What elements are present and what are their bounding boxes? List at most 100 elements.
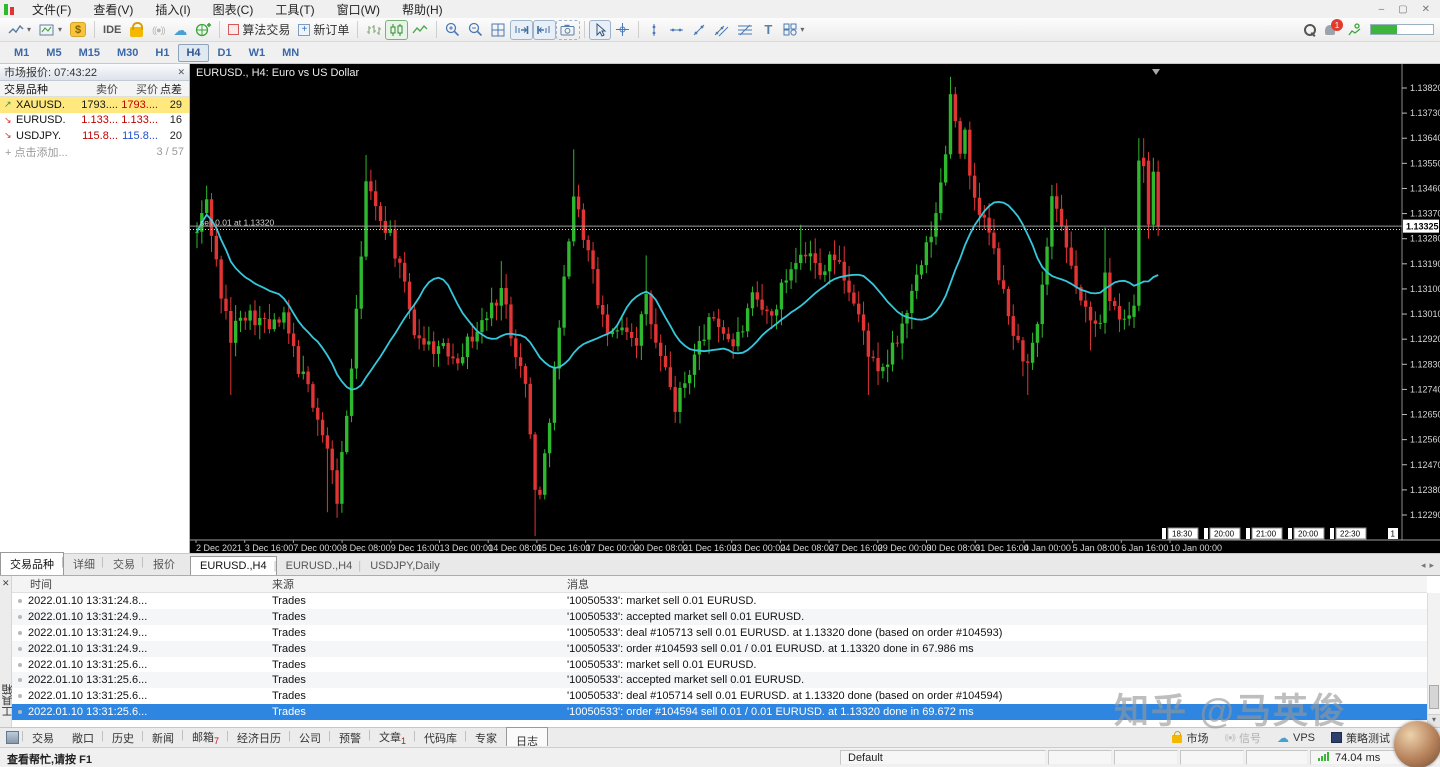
toolbox-tab-敞口[interactable]: 敞口 <box>63 728 103 748</box>
market-watch-row-USDJPY.[interactable]: ↘ USDJPY. 115.8... 115.8... 20 <box>0 128 189 144</box>
toolbox-tab-代码库[interactable]: 代码库 <box>413 728 466 748</box>
chart-shift-button[interactable] <box>533 19 557 40</box>
toolbox-link-策略测试[interactable]: 策略测试 <box>1331 730 1390 746</box>
bars-chart-icon <box>367 24 382 35</box>
chart-tab[interactable]: EURUSD.,H4 <box>274 557 362 575</box>
toolbox-tab-新闻[interactable]: 新闻 <box>141 728 183 748</box>
market-watch-tab-报价[interactable]: 报价 <box>141 553 184 575</box>
chart-window[interactable]: EURUSD., H4: Euro vs US Dollar 1.13820 1.… <box>190 64 1440 553</box>
timeframe-MN[interactable]: MN <box>274 44 307 62</box>
new-order-button[interactable]: + 新订单 <box>294 20 353 40</box>
journal-scrollbar[interactable]: ▾ <box>1427 593 1440 727</box>
menu-工具(T)[interactable]: 工具(T) <box>264 1 325 18</box>
toolbox-tab-历史[interactable]: 历史 <box>101 728 143 748</box>
journal-row[interactable]: 2022.01.10 13:31:25.6... Trades '10050533'… <box>12 704 1427 721</box>
toolbox-tab-日志[interactable]: 日志 <box>506 726 549 748</box>
toolbox-link-市场[interactable]: 市场 <box>1172 730 1208 746</box>
timeframe-H4[interactable]: H4 <box>178 43 209 62</box>
log-bullet-icon <box>18 614 22 619</box>
tester-agent-button[interactable] <box>1343 20 1366 40</box>
menu-帮助(H)[interactable]: 帮助(H) <box>391 1 454 18</box>
scrollbar-thumb[interactable] <box>1429 685 1439 709</box>
close-icon[interactable]: ✕ <box>2 578 10 589</box>
charts-dropdown-button[interactable]: ▾ <box>4 20 35 40</box>
journal-row[interactable]: 2022.01.10 13:31:24.9... Trades '10050533'… <box>12 625 1427 641</box>
zoom-in-button[interactable] <box>441 20 464 40</box>
channel-button[interactable] <box>710 20 733 40</box>
log-time: 2022.01.10 13:31:24.9... <box>28 610 148 623</box>
tile-windows-button[interactable] <box>487 20 510 40</box>
tab-scroll-right-icon[interactable]: ▸ <box>1429 560 1434 571</box>
toolbox-tab-文章[interactable]: 文章1 <box>368 727 415 748</box>
timeframe-W1[interactable]: W1 <box>241 44 274 62</box>
chart-tab[interactable]: USDJPY,Daily <box>358 557 449 575</box>
line-chart-button[interactable] <box>408 20 432 40</box>
menu-插入(I)[interactable]: 插入(I) <box>144 1 201 18</box>
timeframe-M5[interactable]: M5 <box>38 44 69 62</box>
journal-row[interactable]: 2022.01.10 13:31:25.6... Trades '10050533'… <box>12 672 1427 689</box>
profile-cell[interactable]: Default <box>840 750 1046 765</box>
candlestick-chart[interactable]: 1.13820 1.13730 1.13640 1.13550 1.13460 1.133… <box>190 64 1440 553</box>
market-watch-tab-详细[interactable]: 详细 <box>61 553 104 575</box>
toolbox-tab-经济日历[interactable]: 经济日历 <box>226 728 290 748</box>
toolbox-link-VPS[interactable]: ☁ VPS <box>1277 732 1315 744</box>
log-bullet-icon <box>18 678 22 683</box>
timeframe-M30[interactable]: M30 <box>109 44 146 62</box>
bars-chart-button[interactable] <box>362 20 385 40</box>
window-minimize-button[interactable]: – <box>1379 4 1385 15</box>
horizontal-line-button[interactable] <box>665 20 688 40</box>
algo-trading-button[interactable]: 算法交易 <box>224 20 294 40</box>
timeframe-H1[interactable]: H1 <box>147 44 177 62</box>
window-maximize-button[interactable]: ▢ <box>1398 4 1407 15</box>
timeframe-D1[interactable]: D1 <box>210 44 240 62</box>
market-watch-tab-交易[interactable]: 交易 <box>101 553 144 575</box>
trendline-button[interactable] <box>688 20 710 40</box>
timeframe-M15[interactable]: M15 <box>71 44 108 62</box>
market-watch-tab-交易品种[interactable]: 交易品种 <box>0 552 64 576</box>
tab-scroll-left-icon[interactable]: ◂ <box>1421 560 1426 571</box>
menu-图表(C)[interactable]: 图表(C) <box>202 1 265 18</box>
crosshair-button[interactable] <box>611 20 634 40</box>
toolbox-tab-预警[interactable]: 预警 <box>328 728 370 748</box>
cloud-button[interactable]: ☁ <box>169 20 191 40</box>
notifications-button[interactable]: 1 <box>1321 19 1343 40</box>
market-watch-row-XAUUSD.[interactable]: ↗ XAUUSD. 1793.... 1793.... 29 <box>0 97 189 113</box>
ide-button[interactable]: IDE <box>99 20 125 40</box>
toolbox-tab-公司[interactable]: 公司 <box>288 728 330 748</box>
shapes-button[interactable]: ▾ <box>779 20 808 40</box>
menu-窗口(W)[interactable]: 窗口(W) <box>326 1 391 18</box>
chart-tab[interactable]: EURUSD.,H4 <box>190 556 277 576</box>
cursor-button[interactable] <box>589 19 612 40</box>
toolbox-tab-交易[interactable]: 交易 <box>21 728 63 748</box>
journal-row[interactable]: 2022.01.10 13:31:24.8... Trades '10050533'… <box>12 593 1427 609</box>
market-watch-row-EURUSD.[interactable]: ↘ EURUSD. 1.133... 1.133... 16 <box>0 113 189 129</box>
chart-profiles-button[interactable]: ▾ <box>35 20 66 40</box>
candles-chart-button[interactable] <box>385 19 409 40</box>
auto-scroll-button[interactable] <box>510 19 534 40</box>
journal-row[interactable]: 2022.01.10 13:31:24.9... Trades '10050533'… <box>12 608 1427 625</box>
text-tool-button[interactable]: T <box>757 20 779 40</box>
financial-button[interactable]: $ <box>66 20 90 40</box>
menu-文件(F)[interactable]: 文件(F) <box>21 1 82 18</box>
toolbox-link-信号[interactable]: ((●)) 信号 <box>1224 730 1261 746</box>
window-close-button[interactable]: ✕ <box>1422 4 1430 15</box>
search-button[interactable] <box>1299 20 1321 40</box>
menu-查看(V)[interactable]: 查看(V) <box>82 1 144 18</box>
journal-row[interactable]: 2022.01.10 13:31:25.6... Trades '10050533'… <box>12 657 1427 673</box>
trendline-icon <box>694 24 705 35</box>
toolbox-tab-邮箱[interactable]: 邮箱7 <box>181 727 228 748</box>
vertical-line-button[interactable] <box>643 20 665 40</box>
journal-row[interactable]: 2022.01.10 13:31:24.9... Trades '10050533'… <box>12 640 1427 657</box>
signals-button[interactable]: ((●)) <box>147 20 169 40</box>
community-button[interactable] <box>191 20 215 40</box>
close-icon[interactable]: ✕ <box>177 67 185 78</box>
timeframe-M1[interactable]: M1 <box>6 44 37 62</box>
add-symbol-button[interactable]: + 点击添加... <box>5 144 68 160</box>
svg-text:1.13010: 1.13010 <box>1410 309 1440 319</box>
fibonacci-button[interactable] <box>733 20 757 40</box>
screenshot-button[interactable] <box>556 19 581 40</box>
toolbox-tab-专家[interactable]: 专家 <box>464 728 506 748</box>
journal-row[interactable]: 2022.01.10 13:31:25.6... Trades '10050533'… <box>12 688 1427 704</box>
zoom-out-button[interactable] <box>464 20 487 40</box>
market-button[interactable] <box>125 20 147 40</box>
